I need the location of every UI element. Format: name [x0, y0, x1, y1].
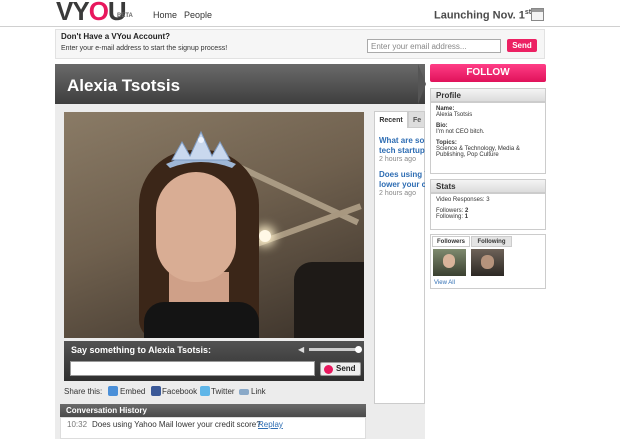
link-icon [239, 389, 249, 395]
beta-badge: BETA [117, 13, 133, 19]
conversation-history-header: Conversation History [60, 404, 366, 417]
embed-icon [108, 386, 118, 396]
calendar-icon [531, 8, 544, 21]
volume-icon[interactable]: ◀ [298, 345, 304, 354]
nav-home[interactable]: Home [153, 10, 177, 20]
recent-question-line[interactable]: What are son [379, 136, 425, 146]
conversation-question: Does using Yahoo Mail lower your credit … [92, 420, 261, 429]
twitter-icon [200, 386, 210, 396]
volume-knob[interactable] [355, 346, 362, 353]
stats-box: Video Responses: 3 Followers: 2 Followin… [430, 193, 546, 230]
share-facebook[interactable]: Facebook [162, 387, 197, 396]
video-player[interactable] [64, 112, 364, 338]
send-label: Send [336, 364, 356, 373]
profile-name: Alexia Tsotsis [67, 76, 181, 95]
avatar-face [481, 255, 494, 269]
topics-value: Publishing, Pop Culture [436, 152, 499, 158]
replay-link[interactable]: Replay [258, 420, 283, 429]
profile-box-title: Profile [430, 88, 546, 102]
signup-send-button[interactable]: Send [507, 39, 537, 52]
signup-question: Don't Have a VYou Account? [61, 32, 171, 41]
avatar[interactable] [433, 249, 466, 276]
email-input[interactable] [367, 39, 501, 53]
launch-notice: Launching Nov. 1st [434, 9, 532, 22]
recent-question-line[interactable]: Does using Y [379, 170, 425, 180]
person-shirt [144, 302, 259, 338]
comment-label: Say something to Alexia Tsotsis: [71, 345, 212, 355]
avatar-face [443, 254, 455, 268]
share-twitter[interactable]: Twitter [211, 387, 235, 396]
share-label: Share this: [64, 387, 103, 396]
volume-slider[interactable] [309, 348, 359, 351]
tab-following[interactable]: Following [471, 236, 512, 247]
video-responses: Video Responses: 3 [436, 197, 490, 203]
follow-button[interactable]: FOLLOW [430, 64, 546, 82]
following-label: Following: [436, 214, 465, 220]
bio-value: I'm not CEO bitch. [436, 129, 485, 135]
comment-input[interactable] [70, 361, 315, 376]
tab-featured[interactable]: Fe [408, 111, 425, 128]
share-link[interactable]: Link [251, 387, 266, 396]
avatar[interactable] [471, 249, 504, 276]
view-all-link[interactable]: View All [434, 280, 455, 286]
recent-question-line[interactable]: tech startups [379, 146, 425, 156]
nav-people[interactable]: People [184, 10, 212, 20]
profile-box: Name: Alexia Tsotsis Bio: I'm not CEO bi… [430, 102, 546, 174]
stats-box-title: Stats [430, 179, 546, 193]
list-item[interactable]: What are son tech startups 2 hours ago [379, 136, 425, 163]
vyou-logo[interactable]: VYOU [56, 0, 127, 27]
facebook-icon [151, 386, 161, 396]
signup-hint: Enter your e-mail address to start the s… [61, 45, 228, 52]
recent-question-line[interactable]: lower your c [379, 180, 425, 190]
name-value: Alexia Tsotsis [436, 112, 473, 118]
conversation-time: 10:32 [67, 420, 88, 429]
chair [294, 262, 364, 338]
recent-time: 2 hours ago [379, 156, 416, 163]
send-icon [324, 365, 333, 374]
following-count: Following: 1 [436, 214, 490, 220]
recent-list: What are son tech startups 2 hours ago D… [374, 128, 425, 404]
tiara [166, 130, 236, 168]
share-embed[interactable]: Embed [120, 387, 145, 396]
list-item[interactable]: Does using Y lower your c 2 hours ago [379, 170, 425, 197]
comment-send-button[interactable]: Send [320, 362, 361, 376]
recent-time: 2 hours ago [379, 190, 416, 197]
following-value: 1 [464, 214, 469, 220]
header-arrow [418, 64, 426, 104]
tab-followers[interactable]: Followers [432, 236, 470, 247]
person-face [156, 172, 236, 282]
ceiling-lamp [259, 230, 271, 242]
tab-recent[interactable]: Recent [374, 111, 408, 128]
